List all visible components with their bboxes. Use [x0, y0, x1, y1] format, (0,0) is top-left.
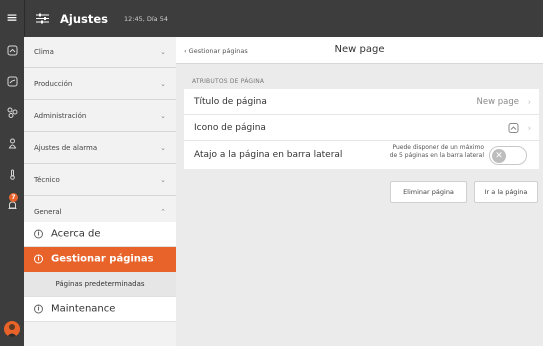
category-label: Administración: [34, 112, 87, 120]
page-title-row[interactable]: Título de página New page ›: [184, 89, 539, 115]
thermometer-icon[interactable]: [0, 166, 24, 182]
section-title: ATRIBUTOS DE PÁGINA: [192, 78, 265, 85]
chevron-down-icon: ⌄: [160, 176, 166, 184]
sliders-icon: [36, 13, 49, 24]
info-icon: i: [34, 254, 43, 264]
sidebar-category-tecnico[interactable]: Técnico ⌄: [24, 165, 176, 196]
page-attributes-card: Título de página New page › Icono de pág…: [184, 89, 539, 169]
chevron-down-icon: ⌄: [160, 112, 166, 120]
sidebar-item-acerca-de[interactable]: i Acerca de: [24, 222, 176, 247]
chevron-down-icon: ⌄: [160, 80, 166, 88]
sidebar-category-produccion[interactable]: Producción ⌄: [24, 69, 176, 100]
info-icon: i: [34, 304, 43, 314]
sidebar-item-label: Gestionar páginas: [51, 253, 154, 265]
category-label: Técnico: [34, 176, 60, 184]
go-to-page-button[interactable]: Ir a la página: [474, 181, 538, 203]
category-label: Clima: [34, 48, 54, 56]
sidebar-item-label: Acerca de: [51, 228, 101, 240]
delete-page-button[interactable]: Eliminar página: [390, 181, 467, 203]
hamburger-icon[interactable]: ≡: [0, 0, 24, 37]
sidebar-shortcut-row: Atajo a la página en barra lateral Puede…: [184, 141, 539, 169]
alarm-badge: 7: [9, 193, 18, 202]
sidebar-item-maintenance[interactable]: i Maintenance: [24, 297, 176, 322]
sidebar-category-administracion[interactable]: Administración ⌄: [24, 101, 176, 132]
page-title: New page: [334, 44, 385, 55]
sidebar-item-paginas-predeterminadas[interactable]: Páginas predeterminadas: [24, 272, 176, 297]
sidebar-limit-note: Puede disponer de un máximo de 5 páginas…: [389, 144, 484, 159]
sidebar-item-label: Páginas predeterminadas: [55, 280, 145, 288]
top-bar: ≡ Ajustes 12:45, Día 54: [0, 0, 543, 37]
category-label: Producción: [34, 80, 73, 88]
category-label: General: [34, 208, 62, 216]
category-label: Ajustes de alarma: [34, 144, 98, 152]
settings-sidebar: Clima ⌄ Producción ⌄ Administración ⌄ Aj…: [24, 37, 176, 346]
app-title: Ajustes: [60, 12, 109, 26]
status-time: 12:45, Día 54: [124, 15, 168, 23]
close-icon: ✕: [492, 149, 506, 163]
chevron-up-icon: ⌃: [160, 208, 166, 216]
dashboard-icon[interactable]: [0, 73, 24, 89]
row-label: Título de página: [194, 96, 267, 107]
avatar[interactable]: [4, 321, 20, 337]
home-icon: [508, 122, 519, 133]
sidebar-category-alarmas[interactable]: Ajustes de alarma ⌄: [24, 133, 176, 164]
page-header: ‹ Gestionar páginas New page: [176, 37, 543, 64]
chevron-right-icon: ›: [527, 123, 531, 132]
network-icon[interactable]: [0, 104, 24, 120]
sidebar-item-label: Maintenance: [51, 303, 116, 315]
person-icon[interactable]: [0, 135, 24, 151]
divider: [24, 0, 25, 37]
left-rail: 7: [0, 37, 24, 346]
home-icon[interactable]: [0, 42, 24, 58]
sidebar-shortcut-toggle[interactable]: ✕: [489, 146, 527, 165]
chevron-right-icon: ›: [527, 97, 531, 106]
bell-icon[interactable]: 7: [0, 193, 24, 213]
sidebar-category-clima[interactable]: Clima ⌄: [24, 37, 176, 68]
main-content: ‹ Gestionar páginas New page ATRIBUTOS D…: [176, 37, 543, 346]
row-value: New page: [476, 96, 519, 107]
row-label: Atajo a la página en barra lateral: [194, 150, 343, 160]
chevron-down-icon: ⌄: [160, 144, 166, 152]
row-label: Icono de página: [194, 122, 266, 133]
chevron-down-icon: ⌄: [160, 48, 166, 56]
info-icon: i: [34, 229, 43, 239]
sidebar-item-gestionar-paginas[interactable]: i Gestionar páginas: [24, 247, 176, 272]
page-icon-row[interactable]: Icono de página ›: [184, 115, 539, 141]
